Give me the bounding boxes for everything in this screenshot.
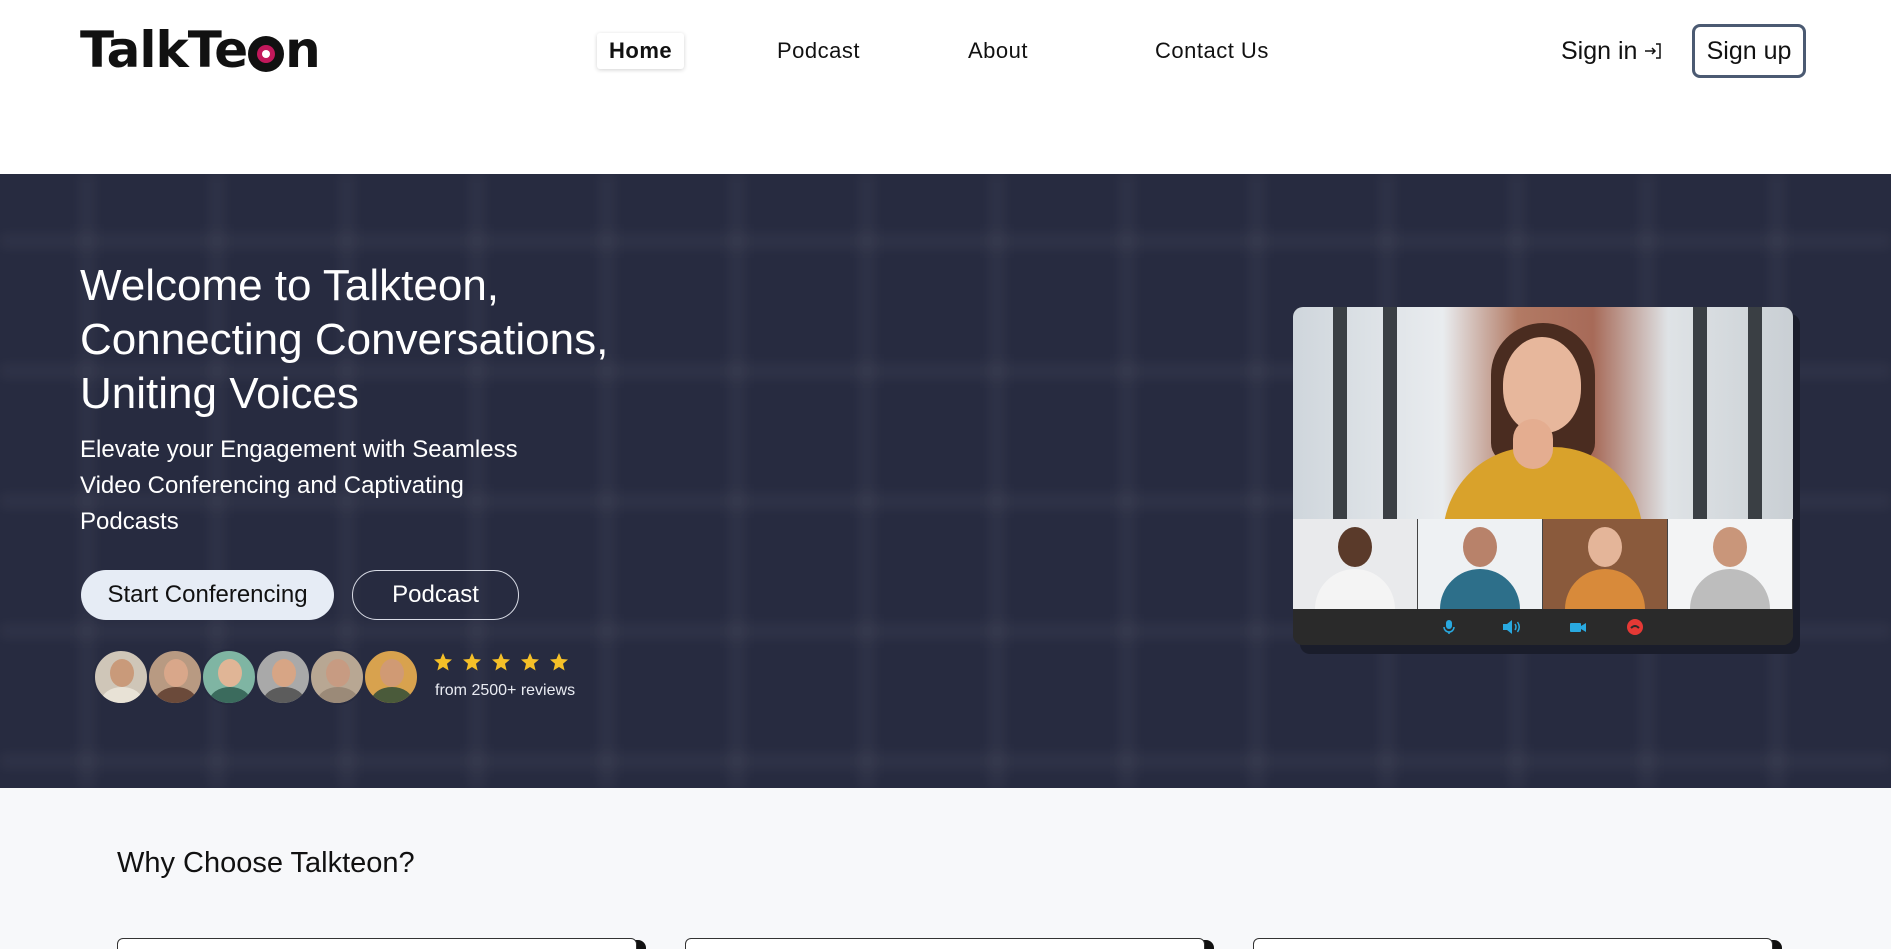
logo-mic-icon (248, 36, 285, 72)
star-icon (550, 653, 568, 671)
sign-in-arrow-icon (1645, 43, 1662, 59)
hero-title-line: Uniting Voices (80, 369, 359, 418)
participant-tile (1543, 519, 1668, 609)
site-header: TalkTe n Home Podcast About Contact Us Si… (0, 0, 1891, 174)
talkteon-logo[interactable]: TalkTe n (80, 20, 321, 80)
hero-title-line: Connecting Conversations, (80, 315, 609, 364)
participant-tile (1668, 519, 1793, 609)
star-icon (492, 653, 510, 671)
logo-text-right: n (285, 21, 321, 79)
podcast-button[interactable]: Podcast (352, 570, 519, 620)
main-speaker-video (1293, 307, 1793, 519)
participant-tile (1293, 519, 1418, 609)
avatar (147, 649, 203, 705)
speaker-icon[interactable] (1501, 618, 1523, 636)
star-icon (463, 653, 481, 671)
participant-tiles (1293, 519, 1793, 609)
avatar (93, 649, 149, 705)
nav-podcast[interactable]: Podcast (777, 33, 860, 69)
avatar (255, 649, 311, 705)
hero-subtitle-line: Elevate your Engagement with Seamless (80, 436, 518, 463)
hero-section: Welcome to Talkteon, Connecting Conversa… (0, 174, 1891, 788)
nav-home[interactable]: Home (597, 33, 685, 69)
why-section: Why Choose Talkteon? (0, 788, 1891, 949)
star-icon (434, 653, 452, 671)
rating-stars (433, 652, 569, 672)
nav-contact-us[interactable]: Contact Us (1155, 33, 1269, 69)
hero-subtitle: Elevate your Engagement with Seamless Vi… (80, 432, 580, 540)
sign-in-label: Sign in (1561, 37, 1638, 65)
hero-subtitle-line: Video Conferencing and Captivating (80, 472, 464, 499)
end-call-icon[interactable] (1626, 618, 1644, 636)
star-icon (521, 653, 539, 671)
why-section-title: Why Choose Talkteon? (117, 847, 415, 879)
start-conferencing-button[interactable]: Start Conferencing (81, 570, 334, 620)
microphone-icon[interactable] (1440, 618, 1458, 636)
call-control-bar (1293, 609, 1793, 645)
feature-card (685, 938, 1205, 949)
avatar (201, 649, 257, 705)
logo-text-left: TalkTe (80, 21, 248, 79)
reviews-count-text: from 2500+ reviews (435, 682, 576, 699)
nav-about[interactable]: About (968, 33, 1028, 69)
sign-in-link[interactable]: Sign in (1561, 33, 1663, 69)
video-camera-icon[interactable] (1569, 618, 1587, 636)
feature-card (117, 938, 637, 949)
avatar (309, 649, 365, 705)
sign-up-button[interactable]: Sign up (1692, 24, 1806, 78)
hero-title-line: Welcome to Talkteon, (80, 261, 500, 310)
hero-subtitle-line: Podcasts (80, 508, 179, 535)
hero-title: Welcome to Talkteon, Connecting Conversa… (80, 259, 780, 421)
feature-card (1253, 938, 1773, 949)
participant-tile (1418, 519, 1543, 609)
avatar (363, 649, 419, 705)
video-call-illustration (1293, 307, 1793, 645)
